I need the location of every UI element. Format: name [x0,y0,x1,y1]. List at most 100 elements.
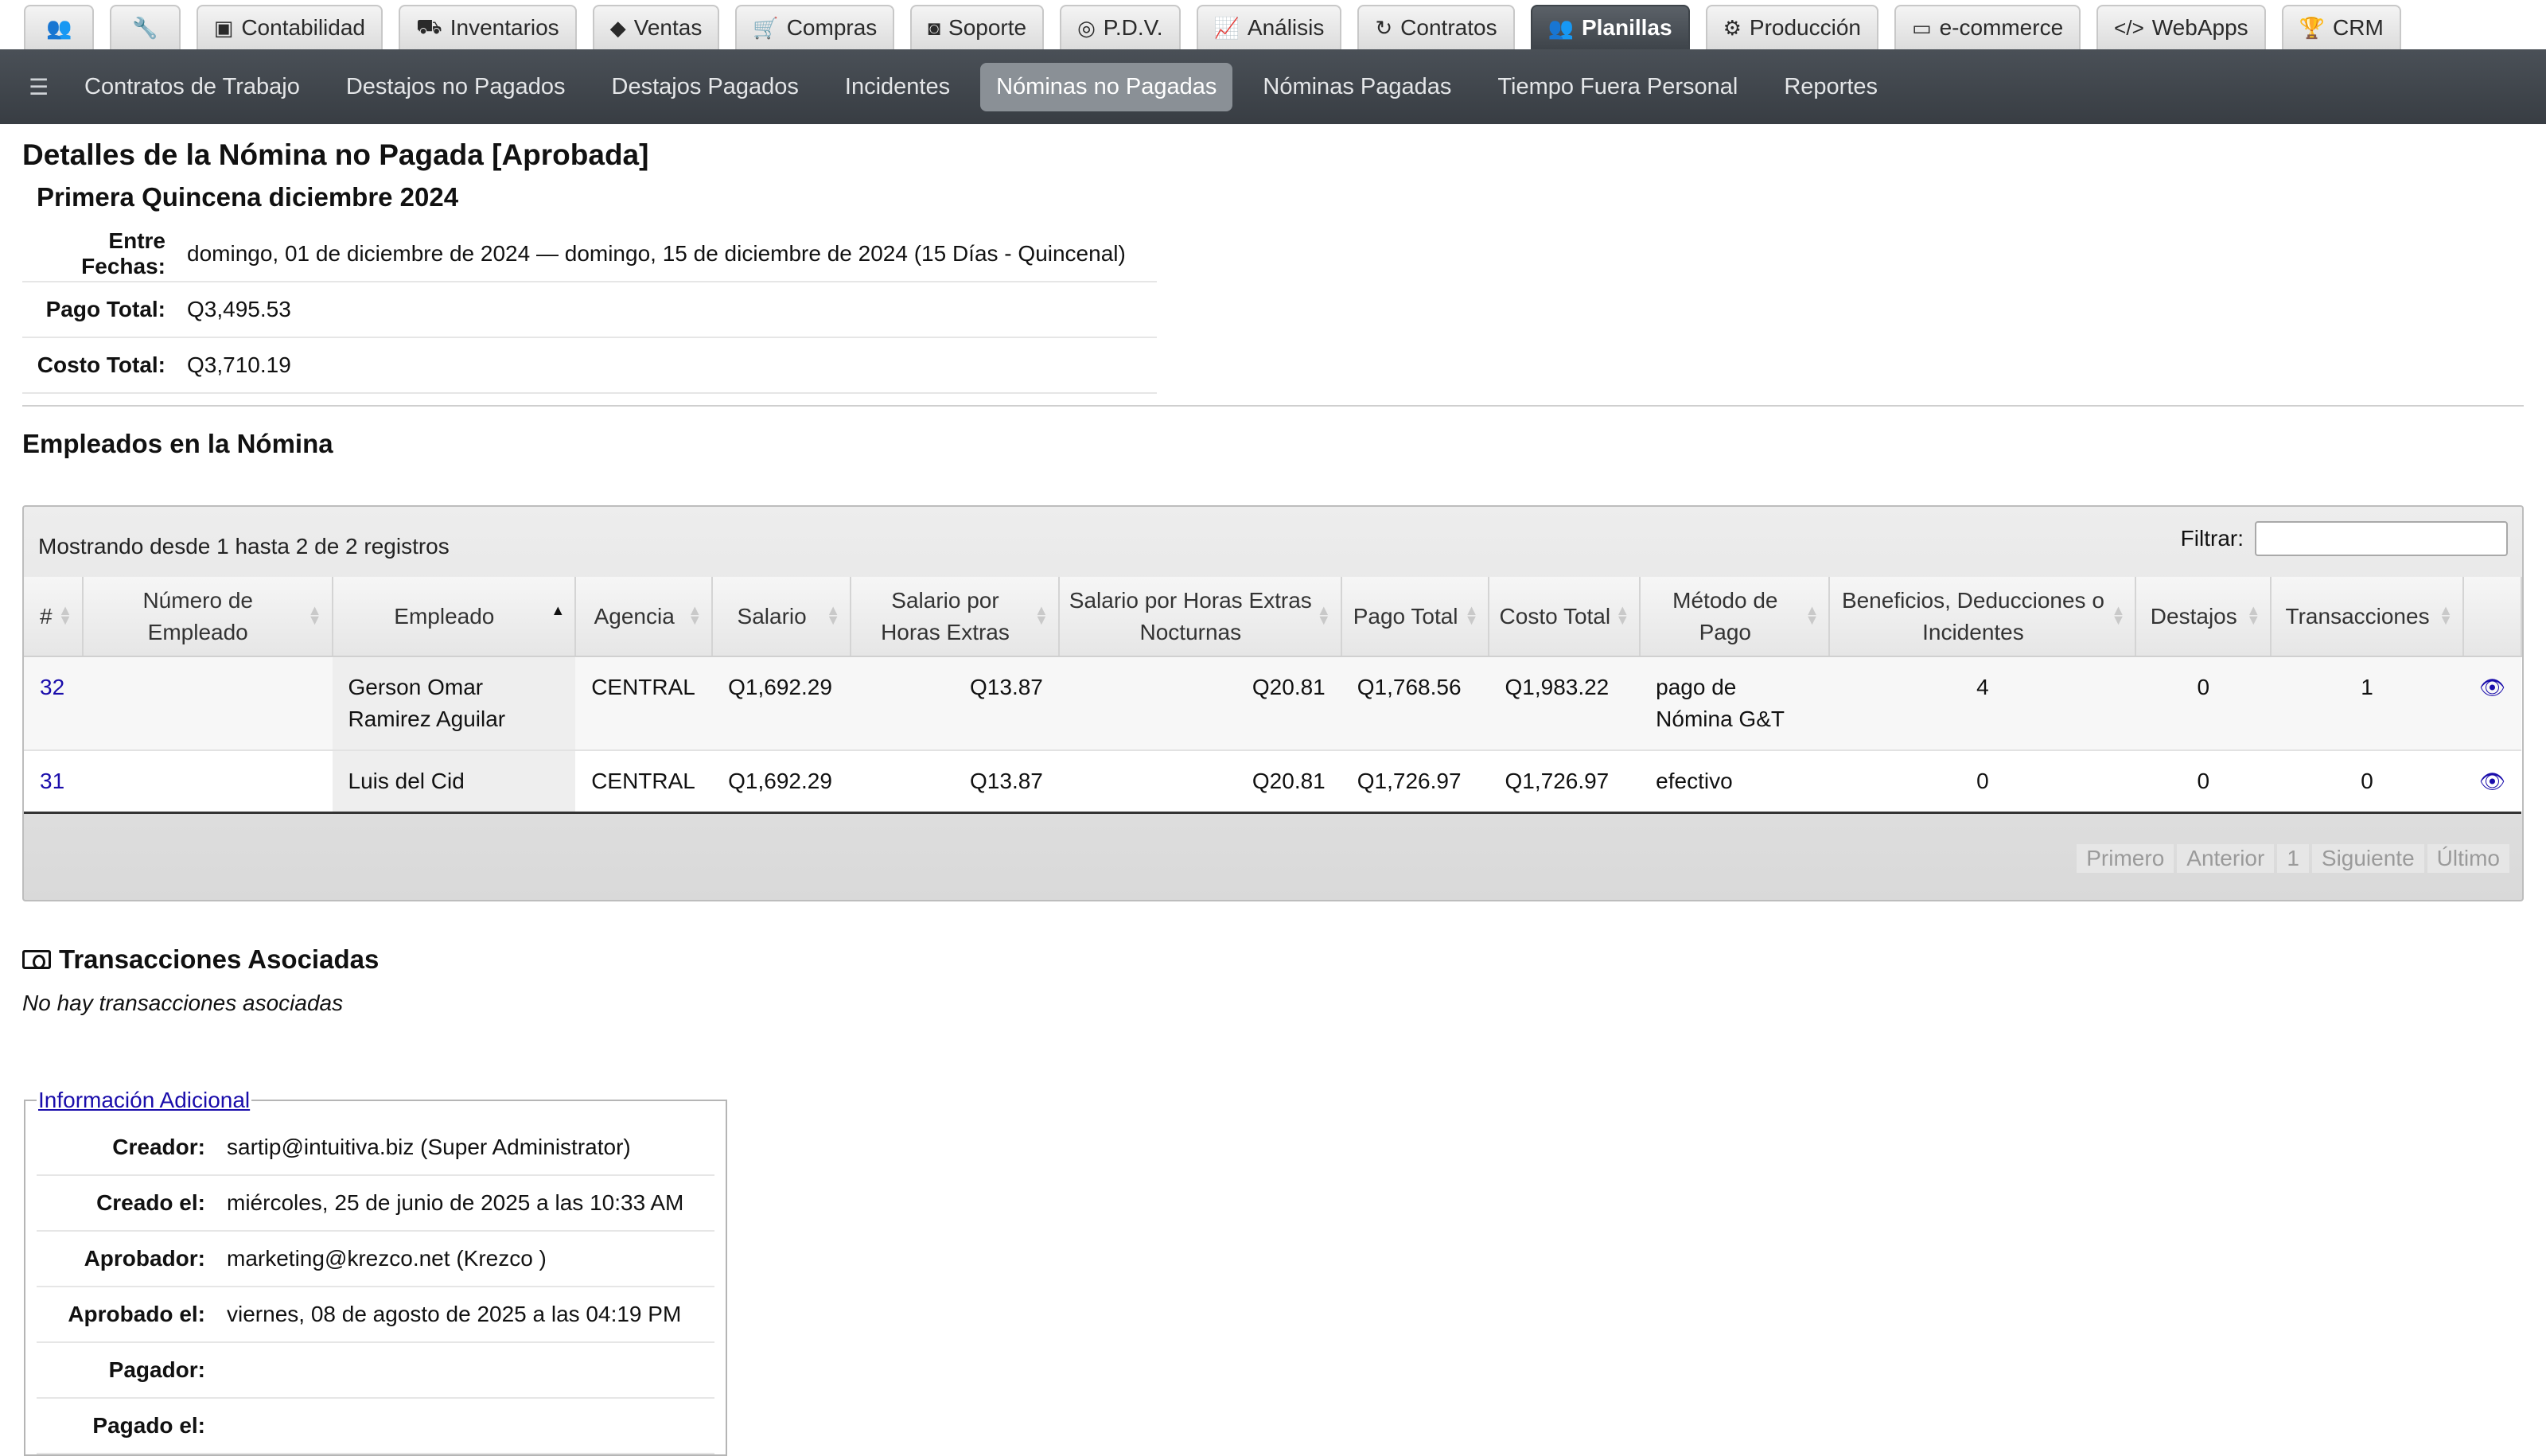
table-header-bar: Mostrando desde 1 hasta 2 de 2 registros… [24,507,2522,577]
tab-compras[interactable]: 🛒 Compras [735,5,895,49]
subnav-nominas-pagadas[interactable]: Nóminas Pagadas [1247,63,1467,111]
subnav-nominas-no-pagadas[interactable]: Nóminas no Pagadas [980,62,1233,111]
row-transacciones: 1 [2271,656,2463,751]
table-row: 31 Luis del Cid CENTRAL Q1,692.29 Q13.87… [24,750,2521,814]
truck-icon: ⛟ [416,14,442,38]
tab-contratos[interactable]: ↻ Contratos [1357,5,1515,49]
summary-row-pago: Pago Total: Q3,495.53 [22,282,1157,338]
tab-contabilidad[interactable]: ▣ Contabilidad [196,5,383,49]
tab-webapps[interactable]: </> WebApps [2096,5,2266,49]
row-metodo-pago: pago de Nómina G&T [1640,656,1830,751]
chart-line-icon: 📈 [1213,15,1240,40]
row-id[interactable]: 31 [24,750,83,814]
top-module-tabs: 👥 🔧 ▣ Contabilidad ⛟ Inventarios ◆ Ventas 🛒… [0,0,2546,49]
filter-label: Filtrar: [2180,526,2244,551]
fechas-label: Entre Fechas: [22,226,186,282]
filter-group: Filtrar: [2181,521,2508,556]
trophy-icon: 🏆 [2299,15,2326,40]
col-agencia[interactable]: Agencia ▲ ▼ [575,577,714,657]
col-beneficios[interactable]: Beneficios, Deducciones o Incidentes ▲ ▼ [1829,577,2137,657]
tab-inventarios[interactable]: ⛟ Inventarios [399,5,577,49]
code-icon: </> [2114,15,2144,40]
subnav-destajos-no-pagados[interactable]: Destajos no Pagados [330,63,582,111]
pago-total-label: Pago Total: [22,282,186,338]
col-empleado[interactable]: Empleado ▲ [332,577,577,657]
info-row-pagador: Pagador: [37,1342,714,1399]
row-destajos: 0 [2135,750,2272,814]
sort-icon: ▲ ▼ [826,602,841,628]
sliders-icon[interactable]: ☰ [29,74,68,100]
sort-icon: ▲ ▼ [307,602,322,628]
costo-total-label: Costo Total: [22,337,186,394]
sort-icon: ▲ ▼ [1804,602,1820,628]
info-row-creador: Creador: sartip@intuitiva.biz (Super Admi… [37,1119,714,1176]
table-row: 32 Gerson Omar Ramirez Aguilar CENTRAL Q… [24,656,2521,751]
additional-info-fieldset: Información Adicional Creador: sartip@int… [24,1088,727,1456]
users-icon: 👥 [1547,15,1574,40]
col-salario-horas-extras[interactable]: Salario por Horas Extras ▲ ▼ [851,577,1060,657]
employees-section-title: Empleados en la Nómina [22,429,333,458]
users-icon: 👥 [46,15,72,40]
tab-soporte[interactable]: ◙ Soporte [910,5,1045,49]
pager-first[interactable]: Primero [2077,844,2174,873]
col-index[interactable]: # ▲ ▼ [24,577,84,657]
tab-analisis[interactable]: 📈 Análisis [1196,5,1342,49]
row-salario: Q1,692.29 [712,750,851,814]
eye-icon[interactable]: 👁 [2479,675,2505,699]
subnav-reportes[interactable]: Reportes [1768,63,1894,111]
col-transacciones[interactable]: Transacciones ▲ ▼ [2271,577,2464,657]
row-beneficios: 0 [1829,750,2136,814]
tab-pdv[interactable]: ◎ P.D.V. [1060,5,1181,49]
refresh-icon: ↻ [1375,15,1393,40]
view-action[interactable]: 👁 [2462,750,2521,814]
tab-ecommerce[interactable]: ▭ e-commerce [1894,5,2081,49]
row-agencia: CENTRAL [575,656,713,751]
gears-icon: ⚙ [1723,15,1742,40]
transactions-section-title: Transacciones Asociadas [22,944,2524,975]
col-numero-empleado[interactable]: Número de Empleado ▲ ▼ [82,577,333,657]
col-destajos[interactable]: Destajos ▲ ▼ [2135,577,2272,657]
tab-produccion[interactable]: ⚙ Producción [1705,5,1878,49]
info-row-aprobado-el: Aprobado el: viernes, 08 de agosto de 202… [37,1287,714,1343]
subnav-destajos-pagados[interactable]: Destajos Pagados [596,63,815,111]
table-header-row: # ▲ ▼ Número de Empleado ▲ ▼ Empleado ▲ Agenc… [24,577,2523,657]
col-pago-total[interactable]: Pago Total ▲ ▼ [1341,577,1490,657]
subnav-incidentes[interactable]: Incidentes [829,63,966,111]
money-icon [22,950,51,969]
col-salario[interactable]: Salario ▲ ▼ [712,577,852,657]
pagination: Primero Anterior 1 Siguiente Último [2077,844,2509,873]
filter-input[interactable] [2255,521,2508,556]
records-info: Mostrando desde 1 hasta 2 de 2 registros [38,534,450,559]
employees-table-box: Mostrando desde 1 hasta 2 de 2 registros… [22,505,2524,901]
costo-total-value: Q3,710.19 [186,337,1157,394]
pager-previous[interactable]: Anterior [2177,844,2275,873]
row-transacciones: 0 [2271,750,2463,814]
tab-ventas[interactable]: ◆ Ventas [592,5,720,49]
tab-crm[interactable]: 🏆 CRM [2281,5,2401,49]
pager-page-1[interactable]: 1 [2277,844,2309,873]
eye-icon[interactable]: 👁 [2479,769,2505,793]
row-extras-nocturnas: Q20.81 [1058,656,1341,751]
subnav-tiempo-fuera[interactable]: Tiempo Fuera Personal [1481,63,1754,111]
col-costo-total[interactable]: Costo Total ▲ ▼ [1489,577,1641,657]
col-metodo-pago[interactable]: Método de Pago ▲ ▼ [1640,577,1831,657]
payroll-summary: Entre Fechas: domingo, 01 de diciembre d… [22,226,1157,394]
sort-icon: ▲ ▼ [2111,602,2126,628]
subnav-contratos-trabajo[interactable]: Contratos de Trabajo [68,63,316,111]
row-id[interactable]: 32 [24,656,83,751]
pager-last[interactable]: Último [2427,844,2509,873]
additional-info-table: Creador: sartip@intuitiva.biz (Super Admi… [37,1119,714,1454]
period-subtitle: Primera Quincena diciembre 2024 [37,182,459,212]
pager-next[interactable]: Siguiente [2311,844,2424,873]
tab-tools[interactable]: 🔧 [110,5,181,49]
tab-planillas[interactable]: 👥 Planillas [1530,5,1690,49]
view-action[interactable]: 👁 [2462,656,2521,751]
col-salario-extras-nocturnas[interactable]: Salario por Horas Extras Nocturnas ▲ ▼ [1058,577,1342,657]
sort-icon: ▲ ▼ [1615,602,1630,628]
tab-users[interactable]: 👥 [24,5,95,49]
row-agencia: CENTRAL [575,750,713,814]
target-icon: ◎ [1077,15,1096,40]
main-content: Detalles de la Nómina no Pagada [Aprobad… [0,135,2546,1456]
additional-info-toggle[interactable]: Información Adicional [37,1088,251,1113]
row-horas-extras: Q13.87 [851,750,1059,814]
